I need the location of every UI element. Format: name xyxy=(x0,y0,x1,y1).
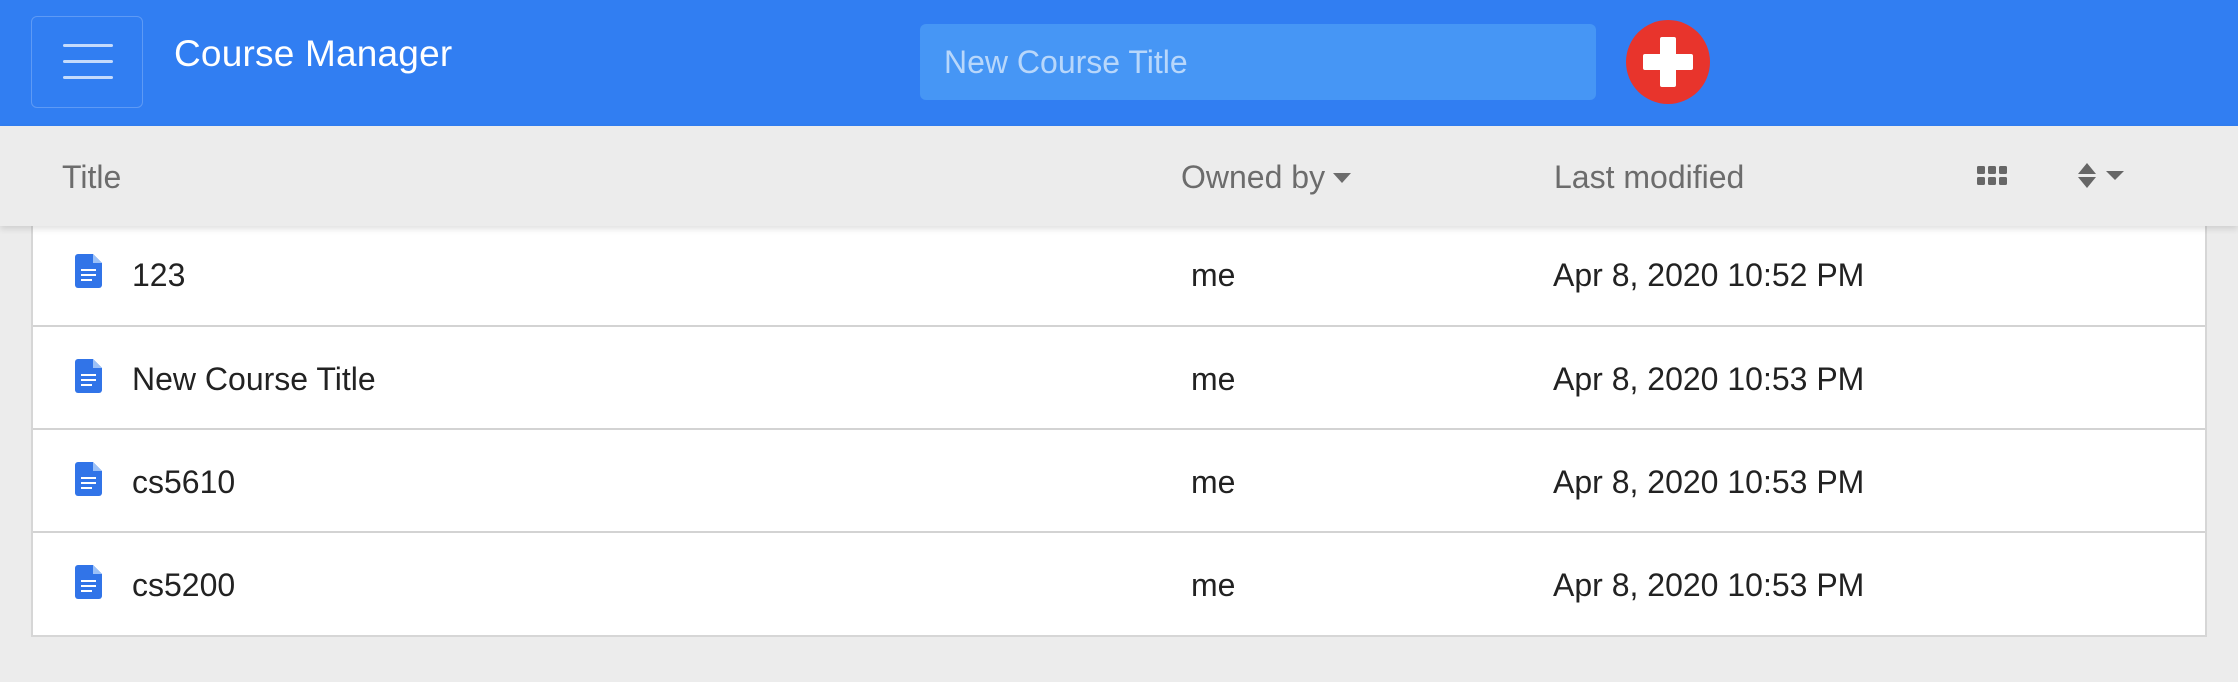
menu-button[interactable] xyxy=(31,16,143,108)
owned-by-label: Owned by xyxy=(1181,159,1326,195)
add-course-button[interactable] xyxy=(1626,20,1710,104)
course-owner: me xyxy=(1191,464,1236,500)
table-row[interactable]: New Course Title me Apr 8, 2020 10:53 PM xyxy=(33,327,2205,430)
document-icon xyxy=(75,359,102,393)
table-header: Title Owned by Last modified xyxy=(0,126,2238,226)
column-header-last-modified: Last modified xyxy=(1554,159,1745,195)
document-icon xyxy=(75,462,102,496)
plus-icon xyxy=(1643,37,1693,87)
grid-view-icon[interactable] xyxy=(1977,166,2007,186)
course-owner: me xyxy=(1191,361,1236,397)
course-title[interactable]: 123 xyxy=(132,257,185,294)
table-row[interactable]: cs5610 me Apr 8, 2020 10:53 PM xyxy=(33,430,2205,533)
caret-down-icon xyxy=(1333,173,1352,183)
course-title[interactable]: cs5610 xyxy=(132,464,235,501)
column-header-owned-by[interactable]: Owned by xyxy=(1181,159,1352,196)
table-row[interactable]: cs5200 me Apr 8, 2020 10:53 PM xyxy=(33,533,2205,635)
course-owner: me xyxy=(1191,567,1236,603)
hamburger-icon xyxy=(63,44,113,79)
course-last-modified: Apr 8, 2020 10:53 PM xyxy=(1553,361,1865,397)
table-row[interactable]: 123 me Apr 8, 2020 10:52 PM xyxy=(33,226,2205,327)
course-title[interactable]: New Course Title xyxy=(132,361,376,398)
course-table: 123 me Apr 8, 2020 10:52 PM New Course T… xyxy=(31,226,2207,637)
course-last-modified: Apr 8, 2020 10:53 PM xyxy=(1553,567,1865,603)
top-navbar: Course Manager xyxy=(0,0,2238,126)
course-last-modified: Apr 8, 2020 10:53 PM xyxy=(1553,464,1865,500)
app-title: Course Manager xyxy=(174,33,453,74)
new-course-title-input[interactable] xyxy=(920,24,1596,100)
document-icon xyxy=(75,565,102,599)
course-last-modified: Apr 8, 2020 10:52 PM xyxy=(1553,257,1865,293)
sort-icon[interactable] xyxy=(2078,163,2128,189)
course-owner: me xyxy=(1191,257,1236,293)
course-title[interactable]: cs5200 xyxy=(132,567,235,604)
column-header-title: Title xyxy=(62,159,122,195)
document-icon xyxy=(75,254,102,288)
